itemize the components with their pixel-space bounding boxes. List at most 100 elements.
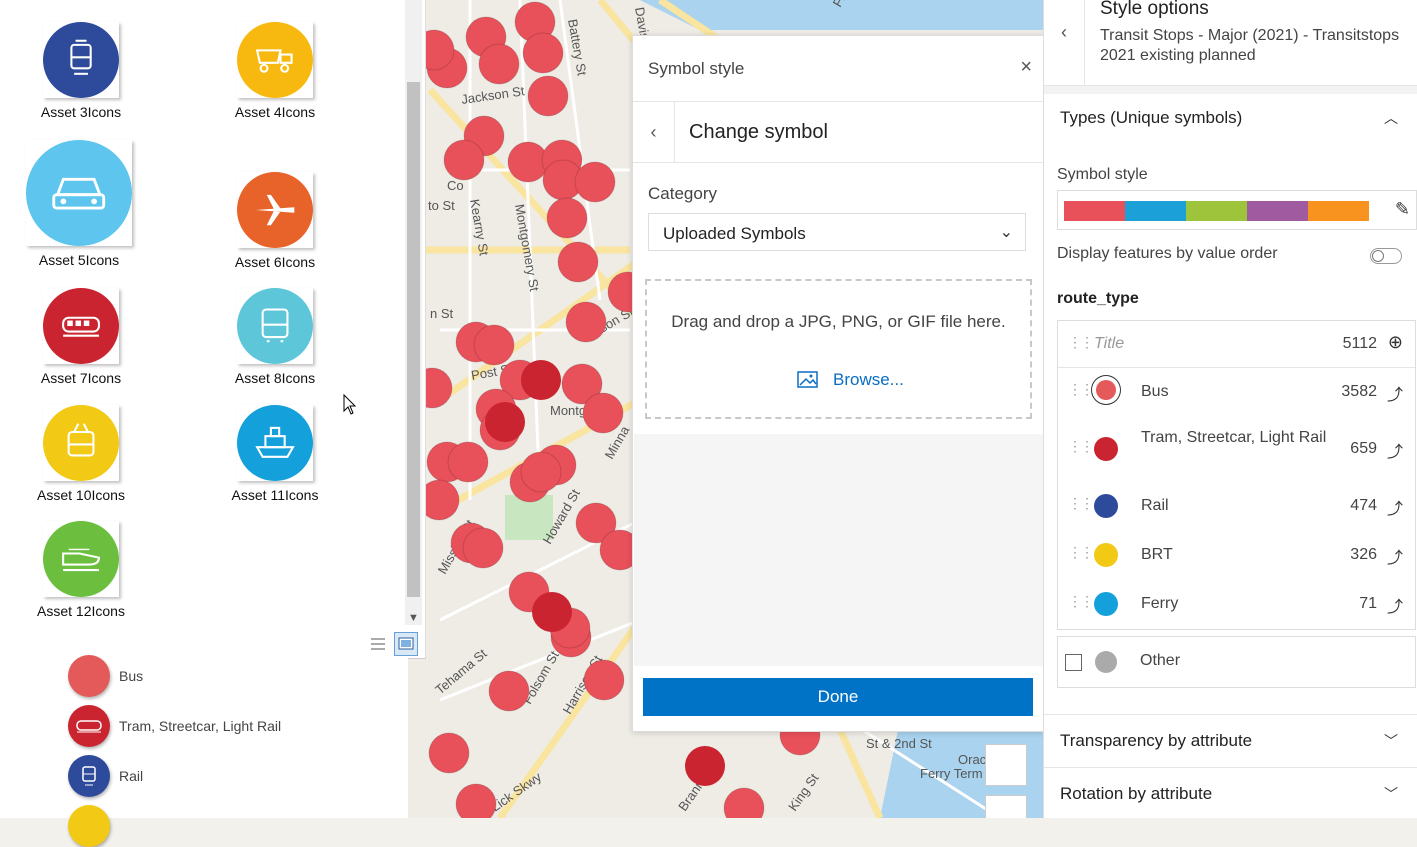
drag-handle-icon[interactable]: ⋮⋮ (1068, 593, 1094, 610)
other-checkbox[interactable] (1065, 654, 1082, 671)
bus-stop-marker[interactable] (582, 392, 624, 434)
bus-stop-marker[interactable] (557, 241, 599, 283)
symbol-swatch-icon[interactable] (1094, 436, 1118, 461)
asset-file-item[interactable]: Asset 5Icons (4, 140, 154, 268)
bus-stop-marker[interactable] (565, 301, 607, 343)
bus-stop-marker[interactable] (488, 670, 530, 712)
asset-thumbnail[interactable] (237, 405, 313, 481)
bus-stop-marker[interactable] (455, 783, 497, 818)
asset-thumbnail[interactable] (26, 140, 132, 246)
transparency-section[interactable]: Transparency by attribute ﹀ (1044, 714, 1417, 767)
done-button[interactable]: Done (643, 678, 1033, 716)
map-extent-button[interactable] (985, 795, 1027, 818)
symbol-swatch-icon[interactable] (1096, 379, 1116, 400)
drag-handle-icon[interactable]: ⋮⋮ (1068, 495, 1094, 512)
bus-stop-marker[interactable] (447, 441, 489, 483)
asset-thumbnail[interactable] (237, 172, 313, 248)
bus-stop-marker[interactable] (520, 451, 562, 493)
bus-stop-marker[interactable] (462, 527, 504, 569)
other-symbol-icon[interactable] (1095, 651, 1117, 673)
color-ramp-selector[interactable]: ✎ (1057, 190, 1417, 230)
bus-stop-marker[interactable] (443, 139, 485, 181)
symbol-swatch-icon[interactable] (1094, 591, 1118, 616)
asset-file-item[interactable]: Asset 8Icons (200, 288, 350, 386)
bus-stop-marker[interactable] (583, 659, 625, 701)
value-label[interactable]: Ferry (1141, 593, 1331, 615)
rotation-section-label: Rotation by attribute (1060, 784, 1213, 803)
asset-thumbnail[interactable] (237, 288, 313, 364)
file-drop-zone[interactable]: Drag and drop a JPG, PNG, or GIF file he… (645, 279, 1032, 419)
rotation-section[interactable]: Rotation by attribute ﹀ (1044, 767, 1417, 820)
asset-file-item[interactable]: Asset 3Icons (6, 22, 156, 120)
legend-item-label: Rail (119, 768, 144, 784)
move-to-top-icon[interactable]: ⤴ (1387, 495, 1403, 519)
move-to-top-icon[interactable]: ⤴ (1387, 593, 1403, 617)
bus-stop-marker[interactable] (428, 732, 470, 774)
bus-stop-marker[interactable] (527, 75, 569, 117)
back-chevron-icon[interactable]: ‹ (1044, 0, 1085, 85)
symbol-swatch-icon[interactable] (1094, 542, 1118, 567)
value-label[interactable]: Tram, Streetcar, Light Rail (1141, 427, 1331, 449)
bus-stop-marker[interactable] (473, 324, 515, 366)
drag-handle-icon[interactable]: ⋮⋮ (1068, 334, 1094, 351)
bus-stop-marker[interactable] (478, 43, 520, 85)
value-row[interactable]: ⋮⋮ BRT 326 ⤴ (1058, 530, 1415, 579)
asset-file-item[interactable]: Asset 12Icons (6, 521, 156, 619)
value-label[interactable]: BRT (1141, 544, 1331, 566)
display-order-toggle[interactable] (1370, 248, 1402, 264)
symbol-swatch-icon[interactable] (1094, 493, 1118, 518)
tram-stop-marker[interactable] (532, 592, 572, 632)
asset-thumbnail[interactable] (237, 22, 313, 98)
asset-thumbnail[interactable] (43, 288, 119, 364)
move-to-top-icon[interactable]: ⤴ (1387, 381, 1403, 405)
back-chevron-icon[interactable]: ‹ (633, 102, 675, 162)
bus-stop-marker[interactable] (522, 32, 564, 74)
close-icon[interactable]: × (1020, 56, 1032, 79)
types-section-title[interactable]: Types (Unique symbols) (1060, 108, 1242, 128)
value-row[interactable]: ⋮⋮ Bus 3582 ⤴ (1058, 367, 1415, 416)
tram-stop-marker[interactable] (521, 360, 561, 400)
asset-file-item[interactable]: Asset 11Icons (200, 405, 350, 503)
drag-handle-icon[interactable]: ⋮⋮ (1068, 438, 1094, 455)
pencil-icon[interactable]: ✎ (1395, 199, 1410, 220)
total-count: 5112 (1342, 335, 1377, 352)
move-to-top-icon[interactable]: ⤴ (1387, 438, 1403, 462)
add-circle-icon[interactable]: ⊕ (1388, 332, 1403, 353)
color-ramp-segment (1308, 201, 1369, 221)
image-icon (797, 371, 818, 388)
value-label[interactable]: Rail (1141, 495, 1331, 517)
style-options-header: ‹ Style options Transit Stops - Major (2… (1044, 0, 1417, 86)
legend-item: Bus (68, 655, 143, 697)
drag-handle-icon[interactable]: ⋮⋮ (1068, 381, 1094, 398)
bus-stop-marker[interactable] (723, 787, 765, 818)
large-icons-view-icon[interactable] (394, 632, 418, 656)
value-row[interactable]: ⋮⋮ Ferry 71 ⤴ (1058, 579, 1415, 628)
bus-stop-marker[interactable] (546, 197, 588, 239)
bus-stop-marker[interactable] (574, 161, 616, 203)
title-placeholder[interactable]: Title (1094, 333, 1284, 355)
drag-handle-icon[interactable]: ⋮⋮ (1068, 544, 1094, 561)
chevron-up-icon[interactable]: ︿ (1384, 108, 1398, 128)
value-row[interactable]: ⋮⋮ Tram, Streetcar, Light Rail 659 ⤴ (1058, 416, 1415, 481)
scrollbar-thumb[interactable] (407, 82, 420, 597)
explorer-scrollbar[interactable] (405, 0, 422, 625)
category-select[interactable]: Uploaded Symbols ⌄ (648, 213, 1026, 251)
details-view-icon[interactable] (366, 632, 390, 656)
asset-file-item[interactable]: Asset 10Icons (6, 405, 156, 503)
tram-stop-marker[interactable] (685, 746, 725, 786)
tram-stop-marker[interactable] (485, 402, 525, 442)
asset-thumbnail[interactable] (43, 521, 119, 597)
asset-thumbnail[interactable] (43, 405, 119, 481)
map-home-button[interactable] (985, 744, 1027, 786)
value-row[interactable]: ⋮⋮ Rail 474 ⤴ (1058, 481, 1415, 530)
street-label-n-st: n St (430, 306, 454, 321)
asset-file-item[interactable]: Asset 7Icons (6, 288, 156, 386)
asset-file-item[interactable]: Asset 6Icons (200, 172, 350, 270)
airplane-icon (237, 172, 313, 248)
move-to-top-icon[interactable]: ⤴ (1387, 544, 1403, 568)
asset-thumbnail[interactable] (43, 22, 119, 98)
scroll-down-arrow-icon[interactable]: ▼ (405, 608, 422, 628)
value-label[interactable]: Bus (1141, 381, 1331, 403)
browse-link[interactable]: Browse... (797, 370, 904, 390)
asset-file-item[interactable]: Asset 4Icons (200, 22, 350, 120)
